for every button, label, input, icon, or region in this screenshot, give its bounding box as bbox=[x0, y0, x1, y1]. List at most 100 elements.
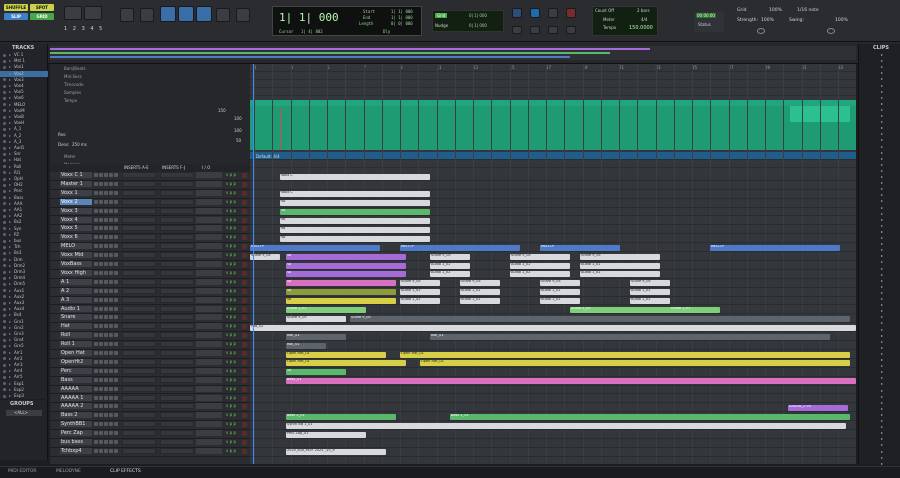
mute-button[interactable] bbox=[109, 190, 113, 195]
voice-playlist-icons[interactable]: v p p bbox=[226, 208, 240, 214]
insert-slot-fj[interactable] bbox=[160, 243, 194, 250]
io-selector[interactable] bbox=[196, 252, 222, 259]
track-visibility-icon[interactable] bbox=[3, 220, 6, 224]
swing-value[interactable]: 100% bbox=[835, 18, 848, 23]
tracklist-item[interactable]: ▸ OpH bbox=[0, 176, 48, 182]
io-selector[interactable] bbox=[196, 305, 222, 312]
tracklist-item[interactable]: ▸ Aux3 bbox=[0, 300, 48, 306]
audio-clip[interactable]: Bass 2_01 bbox=[450, 413, 850, 420]
expand-triangle-icon[interactable]: ▸ bbox=[9, 195, 11, 201]
mute-button[interactable] bbox=[109, 413, 113, 418]
audio-clip[interactable]: Vo bbox=[280, 218, 430, 224]
end-value[interactable]: 1| 1| 000 bbox=[391, 15, 413, 20]
clip-expand-icon[interactable]: ▸ bbox=[881, 339, 883, 344]
tracklist-item[interactable]: ▸ Bs2 bbox=[0, 219, 48, 225]
track-lane[interactable]: Vo bbox=[250, 208, 856, 217]
audio-clip[interactable]: MELO-P bbox=[710, 244, 840, 251]
track-lane[interactable]: Vo bbox=[250, 199, 856, 208]
expand-triangle-icon[interactable]: ▸ bbox=[9, 145, 11, 151]
view-button[interactable] bbox=[114, 359, 118, 364]
track-name-field[interactable]: A 1 bbox=[60, 278, 92, 285]
clip-expand-icon[interactable]: ▸ bbox=[881, 345, 883, 350]
fast-forward-icon[interactable] bbox=[530, 26, 540, 34]
audio-clip[interactable]: Snare 9_05 bbox=[510, 253, 570, 260]
track-lane[interactable]: Bass 2_01 Bass 2_01 bbox=[250, 412, 856, 422]
tracklist-item[interactable]: ▸ A_1 bbox=[0, 126, 48, 132]
play-icon[interactable] bbox=[548, 8, 558, 18]
io-selector[interactable] bbox=[196, 385, 222, 392]
clip-expand-icon[interactable]: ▸ bbox=[881, 235, 883, 240]
insert-slot-fj[interactable] bbox=[160, 403, 194, 410]
expand-triangle-icon[interactable]: ▸ bbox=[9, 281, 11, 287]
input-monitor-button[interactable] bbox=[99, 377, 103, 382]
audio-clip[interactable]: Audio 1_02 bbox=[400, 298, 440, 305]
clip-expand-icon[interactable]: ▸ bbox=[881, 308, 883, 313]
track-lane[interactable] bbox=[250, 395, 856, 404]
nudge-label[interactable]: Nudge bbox=[435, 23, 448, 28]
record-arm-button[interactable] bbox=[94, 306, 98, 311]
insert-slot-ae[interactable] bbox=[122, 269, 156, 276]
track-visibility-icon[interactable] bbox=[3, 158, 6, 162]
solo-button[interactable] bbox=[104, 199, 108, 204]
track-header-row[interactable]: Voxx 1 v p p bbox=[50, 189, 250, 199]
insert-slot-ae[interactable] bbox=[122, 430, 156, 437]
strength-knob-icon[interactable] bbox=[757, 28, 765, 34]
input-monitor-button[interactable] bbox=[99, 315, 103, 320]
expand-triangle-icon[interactable]: ▸ bbox=[9, 201, 11, 207]
record-arm-button[interactable] bbox=[94, 440, 98, 444]
strength-value[interactable]: 100% bbox=[761, 18, 774, 23]
record-arm-button[interactable] bbox=[94, 270, 98, 275]
voice-playlist-icons[interactable]: v p p bbox=[226, 377, 240, 383]
clip-expand-icon[interactable]: ▸ bbox=[881, 89, 883, 94]
audio-clip[interactable]: Snare 9_05 bbox=[630, 280, 670, 287]
view-button[interactable] bbox=[114, 448, 118, 453]
zoomer-tool-icon[interactable] bbox=[120, 8, 134, 22]
insert-slot-ae[interactable] bbox=[122, 172, 156, 178]
insert-slot-ae[interactable] bbox=[122, 296, 156, 303]
track-visibility-icon[interactable] bbox=[3, 369, 6, 373]
clip-expand-icon[interactable]: ▸ bbox=[881, 357, 883, 362]
track-visibility-icon[interactable] bbox=[3, 208, 6, 212]
io-selector[interactable] bbox=[196, 172, 222, 178]
clip-expand-icon[interactable]: ▸ bbox=[881, 101, 883, 106]
clip-expand-icon[interactable]: ▸ bbox=[881, 162, 883, 167]
dens-value[interactable]: 250 ms bbox=[72, 142, 87, 147]
spot-mode-button[interactable]: SPOT bbox=[30, 4, 54, 11]
solo-button[interactable] bbox=[104, 173, 108, 177]
tracklist-item[interactable]: ▸ AA2 bbox=[0, 213, 48, 219]
clip-expand-icon[interactable]: ▸ bbox=[881, 369, 883, 374]
audio-clip[interactable]: Roll_01 bbox=[286, 333, 346, 340]
tracklist-item[interactable]: ▸ Arr5 bbox=[0, 374, 48, 380]
track-color-icon[interactable] bbox=[242, 377, 247, 383]
track-name-field[interactable]: Perc Zap bbox=[60, 430, 92, 437]
track-name-field[interactable]: AAAAA bbox=[60, 385, 92, 392]
voice-playlist-icons[interactable]: v p p bbox=[226, 439, 240, 445]
audio-clip[interactable]: Audio 1_02 bbox=[510, 262, 570, 269]
record-icon[interactable] bbox=[566, 8, 576, 18]
insert-slot-fj[interactable] bbox=[160, 198, 194, 205]
voice-playlist-icons[interactable]: v p p bbox=[226, 386, 240, 392]
view-button[interactable] bbox=[114, 181, 118, 186]
record-arm-button[interactable] bbox=[94, 404, 98, 409]
record-arm-button[interactable] bbox=[94, 351, 98, 355]
tracklist-item[interactable]: ▸ Drm4 bbox=[0, 275, 48, 281]
audio-clip[interactable]: Audio 1_02 bbox=[286, 307, 366, 313]
insert-slot-fj[interactable] bbox=[160, 350, 194, 356]
view-button[interactable] bbox=[114, 297, 118, 302]
mute-button[interactable] bbox=[109, 359, 113, 364]
clip-expand-icon[interactable]: ▸ bbox=[881, 375, 883, 380]
count-off-label[interactable]: Count Off bbox=[595, 8, 614, 13]
record-arm-button[interactable] bbox=[94, 253, 98, 258]
view-button[interactable] bbox=[114, 306, 118, 311]
input-monitor-button[interactable] bbox=[99, 342, 103, 347]
solo-button[interactable] bbox=[104, 181, 108, 186]
io-selector[interactable] bbox=[196, 234, 222, 241]
tracklist-item[interactable]: ▸ Hat bbox=[0, 157, 48, 163]
view-button[interactable] bbox=[114, 377, 118, 382]
track-lane[interactable]: Vo Audio 1_02 Audio 1_02 Audio 1_02 Audio 1_… bbox=[250, 297, 856, 306]
track-header-row[interactable]: Perc Zap v p p bbox=[50, 430, 250, 439]
expand-triangle-icon[interactable]: ▸ bbox=[9, 250, 11, 256]
zoom-preset-5[interactable]: 5 bbox=[99, 26, 102, 32]
track-header-row[interactable]: Perc v p p bbox=[50, 367, 250, 377]
expand-triangle-icon[interactable]: ▸ bbox=[9, 95, 11, 101]
